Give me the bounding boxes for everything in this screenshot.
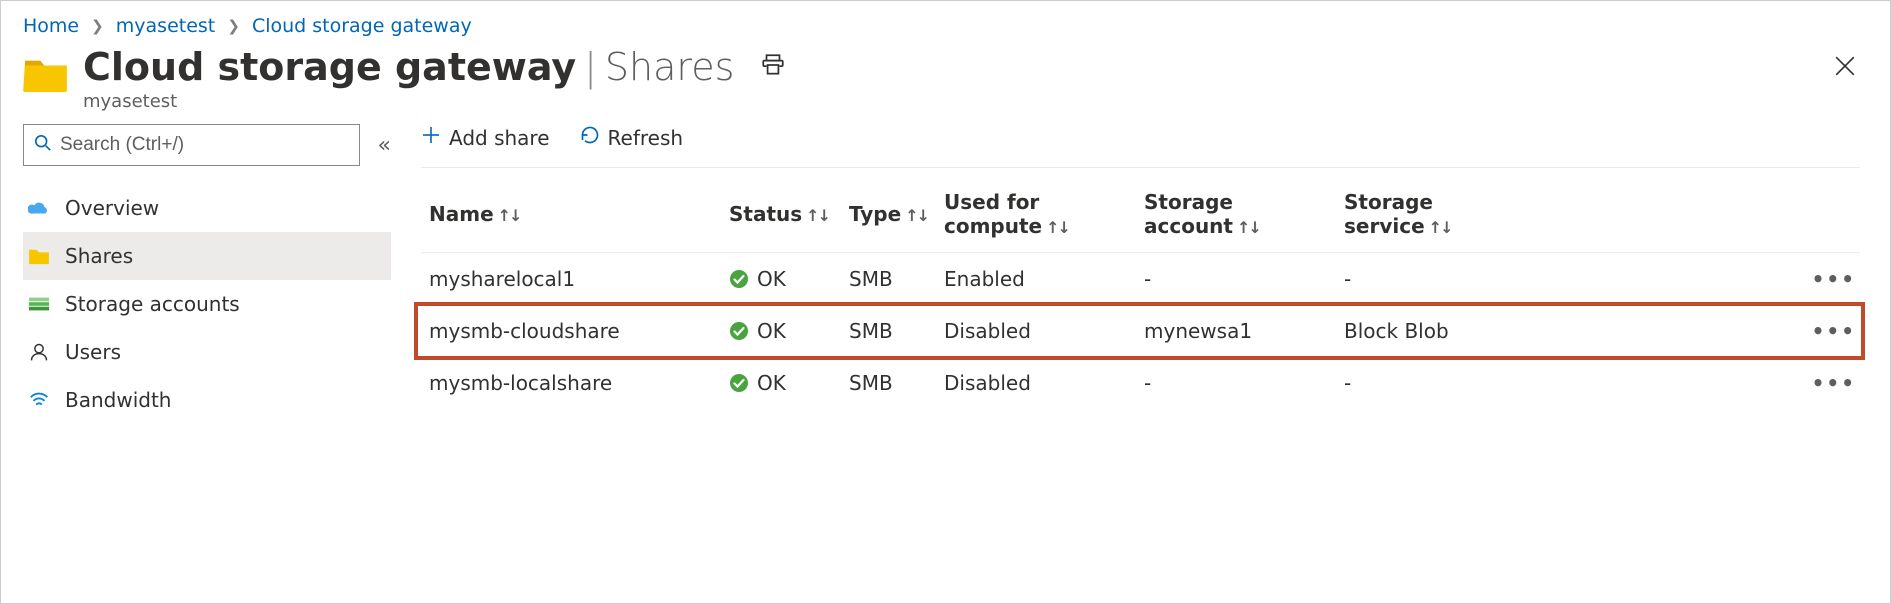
- sort-icon: ↑↓: [806, 206, 829, 225]
- cell-status: OK: [721, 253, 841, 306]
- sidebar-item-label: Bandwidth: [65, 388, 171, 412]
- sidebar-item-storage-accounts[interactable]: Storage accounts: [23, 280, 391, 328]
- title-separator: |: [584, 45, 597, 89]
- cell-account: mynewsa1: [1136, 305, 1336, 357]
- cell-compute: Enabled: [936, 253, 1136, 306]
- col-status[interactable]: Status↑↓: [721, 176, 841, 253]
- col-type[interactable]: Type↑↓: [841, 176, 936, 253]
- add-share-label: Add share: [449, 126, 550, 150]
- folder-icon: [27, 244, 51, 268]
- page-section: Shares: [605, 45, 734, 89]
- sidebar-item-shares[interactable]: Shares: [23, 232, 391, 280]
- cell-compute: Disabled: [936, 357, 1136, 409]
- cloud-icon: [27, 196, 51, 220]
- toolbar: Add share Refresh: [421, 124, 1860, 168]
- breadcrumb-resource[interactable]: myasetest: [116, 15, 215, 37]
- sort-icon: ↑↓: [498, 206, 521, 225]
- cell-status: OK: [721, 305, 841, 357]
- sidebar-item-overview[interactable]: Overview: [23, 184, 391, 232]
- sort-icon: ↑↓: [905, 206, 928, 225]
- row-menu-button[interactable]: •••: [1812, 267, 1856, 291]
- check-circle-icon: [729, 321, 749, 341]
- refresh-icon: [580, 125, 600, 151]
- cell-name: mysmb-cloudshare: [421, 305, 721, 357]
- col-compute[interactable]: Used for compute↑↓: [936, 176, 1136, 253]
- storage-icon: [27, 292, 51, 316]
- sidebar-item-label: Overview: [65, 196, 159, 220]
- sidebar-item-label: Shares: [65, 244, 133, 268]
- table-row[interactable]: mysharelocal1OKSMBEnabled--•••: [421, 253, 1860, 306]
- cell-name: mysmb-localshare: [421, 357, 721, 409]
- cell-service: -: [1336, 357, 1536, 409]
- shares-table: Name↑↓ Status↑↓ Type↑↓ Used for compute↑…: [421, 176, 1860, 409]
- breadcrumb: Home ❯ myasetest ❯ Cloud storage gateway: [1, 1, 1890, 41]
- cell-name: mysharelocal1: [421, 253, 721, 306]
- chevron-right-icon: ❯: [227, 17, 240, 35]
- user-icon: [27, 340, 51, 364]
- col-name[interactable]: Name↑↓: [421, 176, 721, 253]
- cell-status: OK: [721, 357, 841, 409]
- cell-account: -: [1136, 253, 1336, 306]
- col-service[interactable]: Storage service↑↓: [1336, 176, 1536, 253]
- cell-type: SMB: [841, 305, 936, 357]
- cell-service: Block Blob: [1336, 305, 1536, 357]
- collapse-sidebar-button[interactable]: «: [378, 133, 391, 158]
- sidebar-item-users[interactable]: Users: [23, 328, 391, 376]
- print-icon[interactable]: [760, 52, 786, 83]
- bandwidth-icon: [27, 388, 51, 412]
- cell-compute: Disabled: [936, 305, 1136, 357]
- page-subtitle: myasetest: [83, 91, 1822, 112]
- search-input-wrapper[interactable]: [23, 124, 360, 166]
- sidebar-item-label: Storage accounts: [65, 292, 240, 316]
- table-row[interactable]: mysmb-localshareOKSMBDisabled--•••: [421, 357, 1860, 409]
- add-share-button[interactable]: Add share: [421, 125, 550, 151]
- cell-type: SMB: [841, 357, 936, 409]
- page-title: Cloud storage gateway: [83, 45, 576, 89]
- cell-type: SMB: [841, 253, 936, 306]
- search-icon: [34, 133, 52, 157]
- plus-icon: [421, 125, 441, 151]
- check-circle-icon: [729, 269, 749, 289]
- sidebar-nav: Overview Shares Storage accounts Users: [23, 184, 391, 424]
- check-circle-icon: [729, 373, 749, 393]
- breadcrumb-home[interactable]: Home: [23, 15, 79, 37]
- breadcrumb-page[interactable]: Cloud storage gateway: [252, 15, 472, 37]
- table-row[interactable]: mysmb-cloudshareOKSMBDisabledmynewsa1Blo…: [421, 305, 1860, 357]
- chevron-right-icon: ❯: [91, 17, 104, 35]
- row-menu-button[interactable]: •••: [1812, 319, 1856, 343]
- refresh-button[interactable]: Refresh: [580, 125, 684, 151]
- row-menu-button[interactable]: •••: [1812, 371, 1856, 395]
- col-account[interactable]: Storage account↑↓: [1136, 176, 1336, 253]
- cell-service: -: [1336, 253, 1536, 306]
- sort-icon: ↑↓: [1046, 218, 1069, 237]
- refresh-label: Refresh: [608, 126, 684, 150]
- close-button[interactable]: [1822, 45, 1868, 90]
- sort-icon: ↑↓: [1429, 218, 1452, 237]
- folder-icon: [23, 55, 69, 93]
- cell-account: -: [1136, 357, 1336, 409]
- search-input[interactable]: [60, 134, 349, 156]
- sort-icon: ↑↓: [1237, 218, 1260, 237]
- sidebar-item-label: Users: [65, 340, 121, 364]
- sidebar-item-bandwidth[interactable]: Bandwidth: [23, 376, 391, 424]
